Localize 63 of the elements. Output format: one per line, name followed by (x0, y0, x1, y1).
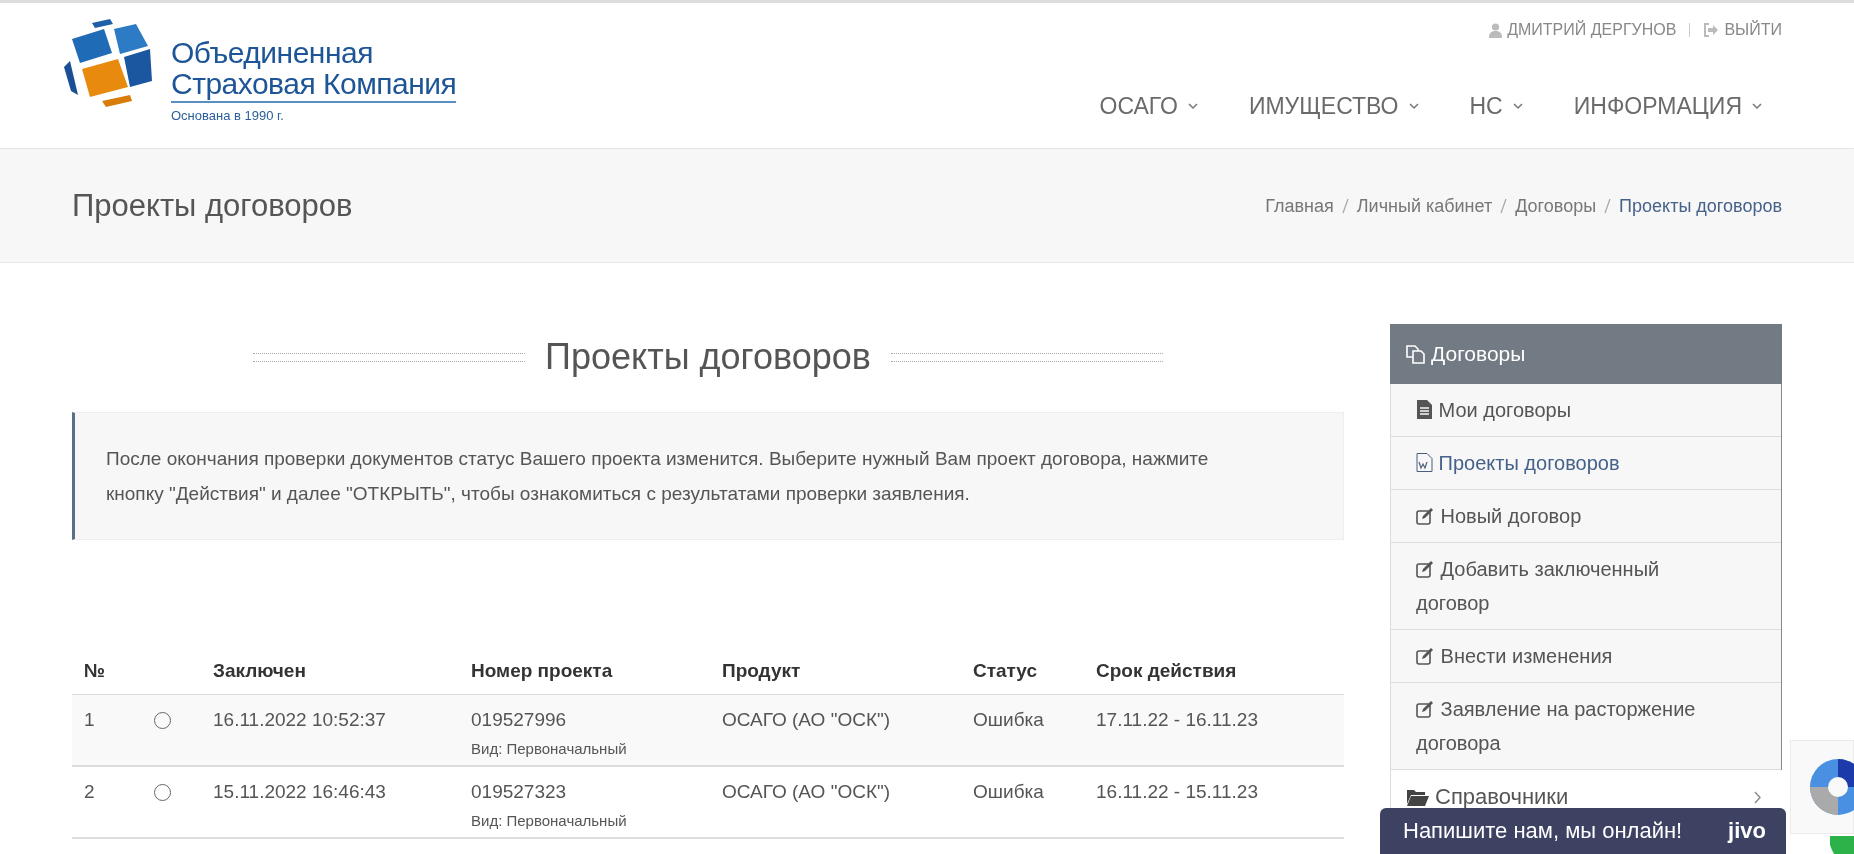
user-link[interactable]: ДМИТРИЙ ДЕРГУНОВ (1489, 21, 1677, 39)
breadcrumb-link[interactable]: Договоры (1515, 195, 1597, 217)
sidebar-header: Договоры (1390, 324, 1782, 384)
caret-icon (1512, 103, 1523, 110)
company-name: Страховая Компания (171, 68, 457, 103)
chat-widget-toast[interactable]: Напишите нам, мы онлайн! jivo (1380, 808, 1786, 854)
sidebar-item[interactable]: Проекты договоров (1391, 437, 1781, 490)
edit-icon (1416, 701, 1435, 718)
table-cell: 1 (84, 709, 95, 730)
nav-menu-item[interactable]: ИМУЩЕСТВО (1248, 93, 1419, 120)
section-heading: Проекты договоров (545, 336, 871, 378)
breadcrumb-divider (1341, 198, 1349, 214)
user-icon (1489, 22, 1503, 38)
table-cell: ОСАГО (АО "ОСК") (722, 709, 891, 730)
table-cell: 16.11.2022 10:52:37 (213, 709, 386, 730)
project-kind: Вид: Первоначальный (471, 812, 628, 829)
table-cell: Ошибка (973, 709, 1044, 730)
notice-text: После окончания проверки документов статус Вашего проекта изменится. Выберите нужный Вам проект договора, нажмите кнопку "Действия" и далее "ОТКРЫТЬ", чтобы ознакомиться с результатами проверки заявления. (106, 447, 1210, 506)
sidebar-item[interactable]: Добавить заключенный договор (1391, 543, 1781, 630)
table-cell: Ошибка (973, 781, 1044, 802)
table-cell: 16.11.22 - 15.11.23 (1096, 781, 1258, 802)
column-header: № (84, 660, 106, 681)
breadcrumb-link[interactable]: Проекты договоров (1619, 195, 1782, 217)
table-cell: ОСАГО (АО "ОСК") (722, 781, 891, 802)
column-header: Заключен (213, 660, 306, 681)
edit-icon (1416, 648, 1435, 665)
column-header: Срок действия (1096, 660, 1237, 681)
table-cell-text: 019527323 (471, 781, 568, 803)
table-cell: 2 (84, 781, 95, 802)
table-cell-text: 019527996 (471, 709, 568, 731)
page-title: Проекты договоров (72, 188, 353, 224)
sidebar-item[interactable]: Новый договор (1391, 490, 1781, 543)
table-cell: 15.11.2022 16:46:43 (213, 781, 386, 802)
sidebar-item[interactable]: Внести изменения (1391, 630, 1781, 683)
edit-icon (1416, 508, 1435, 525)
nav-menu-item[interactable]: ОСАГО (1099, 93, 1198, 120)
company-name: Объединенная (171, 37, 374, 68)
table-cell: 17.11.22 - 16.11.23 (1096, 709, 1258, 730)
nav-menu-item[interactable]: НС (1469, 93, 1523, 120)
caret-icon (1408, 103, 1419, 110)
documents-icon (1406, 344, 1425, 364)
logout-link[interactable]: ВЫЙТИ (1703, 21, 1782, 39)
nav-menu-item[interactable]: ИНФОРМАЦИЯ (1573, 93, 1762, 120)
recaptcha-icon (1790, 740, 1854, 834)
edit-icon (1416, 561, 1435, 578)
caret-icon (1187, 103, 1198, 110)
logo-tagline: Основана в 1990 г. (171, 108, 285, 123)
breadcrumb-divider (1500, 198, 1508, 214)
column-header: Продукт (722, 660, 801, 681)
project-kind: Вид: Первоначальный (471, 740, 628, 757)
breadcrumb-link[interactable]: Главная (1265, 195, 1334, 217)
sidebar-item[interactable]: Мои договоры (1391, 384, 1781, 437)
column-header: Статус (973, 660, 1038, 681)
document-icon (1416, 400, 1433, 419)
breadcrumb-divider (1604, 198, 1612, 214)
column-header: Номер проекта (471, 660, 613, 681)
folder-icon (1407, 788, 1429, 806)
word-document-icon (1416, 453, 1433, 472)
breadcrumb-link[interactable]: Личный кабинет (1356, 195, 1493, 217)
chevron-icon (1754, 790, 1762, 804)
caret-icon (1752, 103, 1762, 110)
sidebar-item[interactable]: Заявление на расторжение договора (1391, 683, 1781, 770)
logout-icon (1703, 23, 1720, 37)
